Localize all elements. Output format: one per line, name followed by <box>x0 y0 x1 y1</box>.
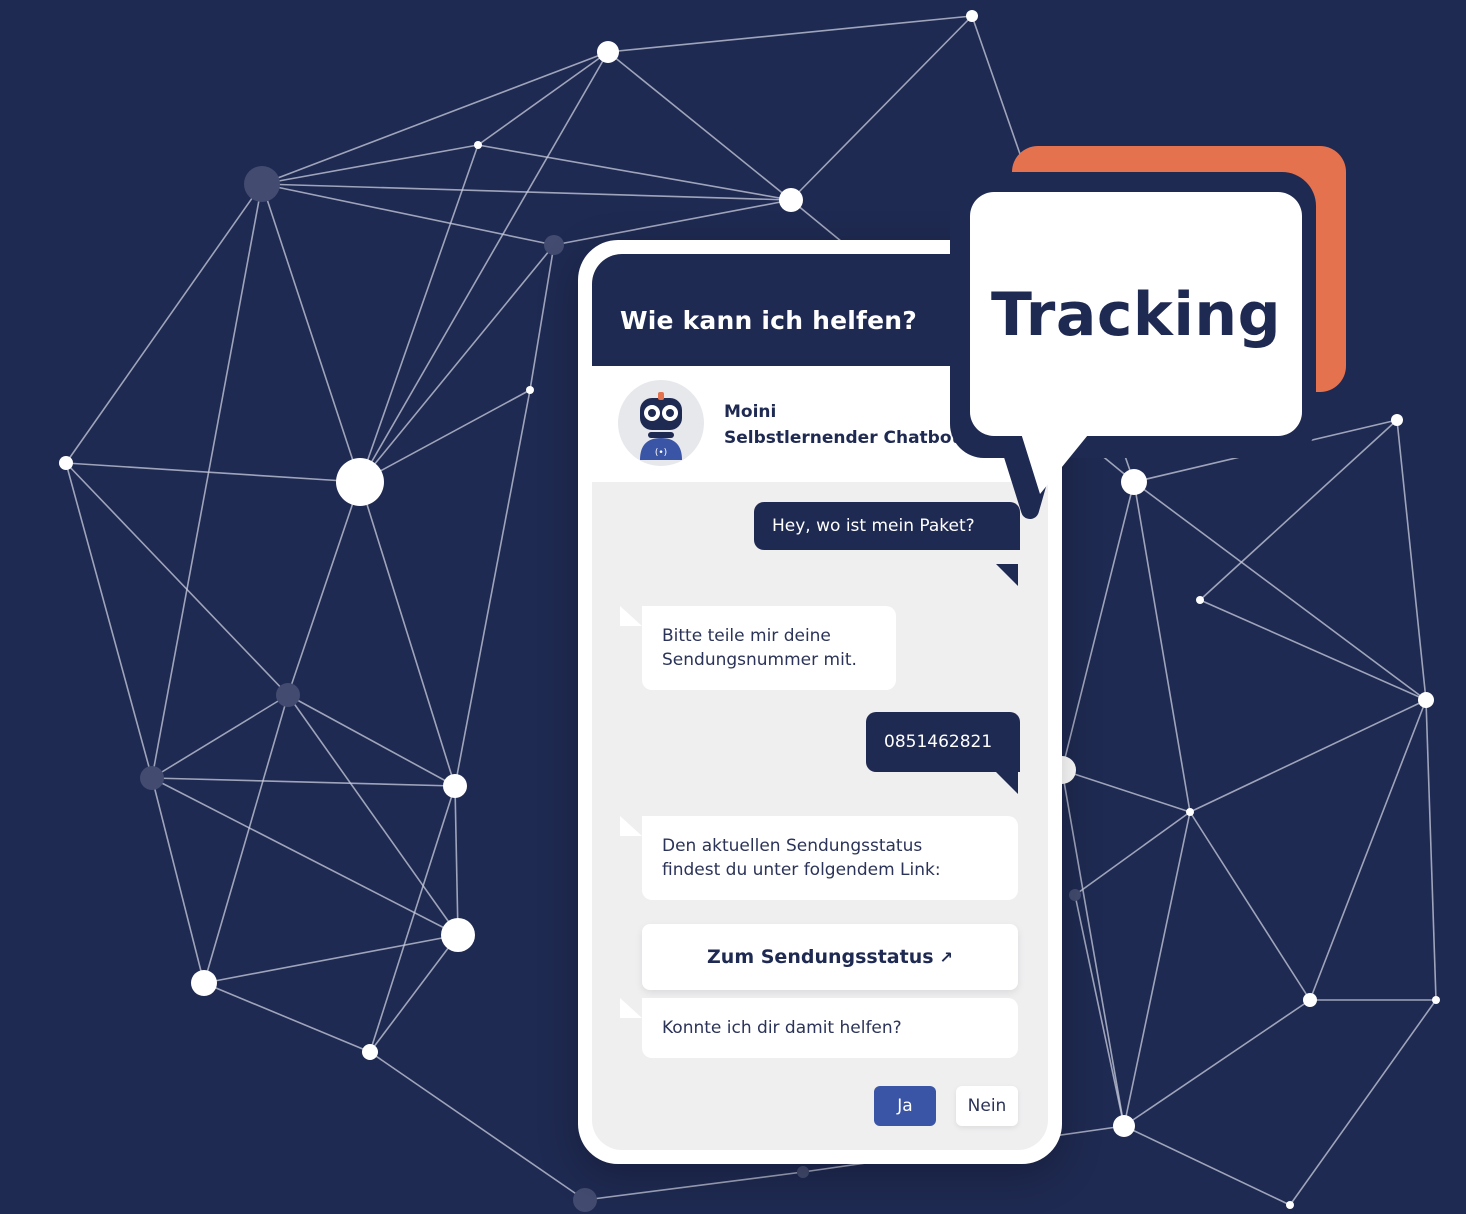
speech-bubble-tail-fill <box>1020 430 1092 494</box>
tracking-label: Tracking <box>990 280 1282 350</box>
